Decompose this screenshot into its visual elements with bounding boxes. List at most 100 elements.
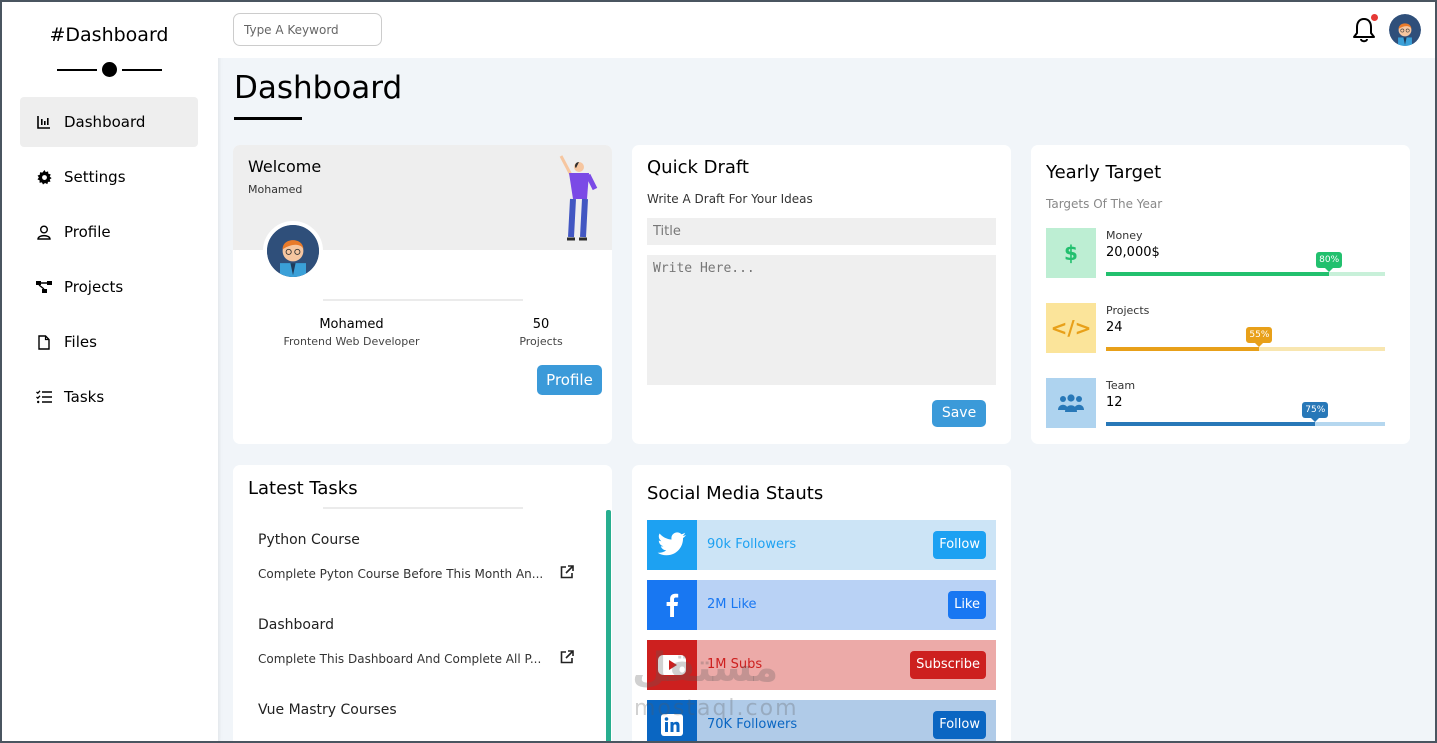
task-item[interactable]: Vue Mastry Courses	[258, 702, 588, 718]
sidebar-item-label: Settings	[64, 168, 126, 186]
progress-fill	[1106, 422, 1316, 426]
target-value: 20,000$	[1106, 245, 1160, 260]
brand-dot	[102, 62, 117, 77]
tasks-scrollbar[interactable]	[606, 510, 611, 743]
task-item[interactable]: Python Course Complete Pyton Course Befo…	[258, 532, 588, 581]
linkedin-icon	[647, 700, 697, 743]
profile-name: Mohamed	[319, 317, 384, 332]
list-check-icon	[36, 389, 52, 405]
projects-count: 50	[532, 317, 550, 332]
sidebar-item-label: Projects	[64, 278, 124, 296]
external-link-icon[interactable]	[560, 565, 574, 579]
yearly-target-card: Yearly Target Targets Of The Year $ Mone…	[1031, 145, 1410, 444]
target-value: 24	[1106, 320, 1123, 335]
progress-tag: 80%	[1316, 252, 1343, 272]
draft-subtitle: Write A Draft For Your Ideas	[647, 192, 813, 206]
brand-title: #Dashboard	[49, 24, 169, 46]
user-icon	[36, 224, 52, 240]
target-row-money: $ Money 20,000$ 80%	[1046, 228, 1386, 278]
notification-dot	[1370, 13, 1379, 22]
facebook-icon	[647, 580, 697, 630]
sidebar-item-tasks[interactable]: Tasks	[20, 372, 198, 422]
target-value: 12	[1106, 395, 1123, 410]
welcome-profile-info: Mohamed Frontend Web Developer	[273, 317, 430, 348]
progress-tag: 55%	[1246, 327, 1273, 347]
target-row-projects: </> Projects 24 55%	[1046, 303, 1386, 353]
social-title: Social Media Stauts	[647, 483, 824, 504]
sidebar-item-settings[interactable]: Settings	[20, 152, 198, 202]
sidebar-item-label: Profile	[64, 223, 111, 241]
dollar-icon: $	[1046, 228, 1096, 278]
profile-role: Frontend Web Developer	[283, 335, 420, 348]
youtube-subscribe-button[interactable]: Subscribe	[910, 651, 986, 679]
social-stat: 1M Subs	[707, 657, 763, 672]
welcome-title: Welcome	[248, 157, 322, 176]
linkedin-follow-button[interactable]: Follow	[933, 711, 986, 739]
gear-icon	[36, 169, 52, 185]
sidebar-nav: Dashboard Settings Profile Projects File…	[20, 97, 198, 427]
search-input[interactable]	[233, 13, 382, 46]
sidebar-item-projects[interactable]: Projects	[20, 262, 198, 312]
sidebar-item-label: Dashboard	[64, 113, 146, 131]
youtube-icon	[647, 640, 697, 690]
draft-title-field[interactable]	[647, 218, 996, 245]
task-title: Dashboard	[258, 617, 334, 633]
task-desc: Complete Pyton Course Before This Month …	[258, 567, 544, 581]
target-subtitle: Targets Of The Year	[1046, 197, 1163, 211]
social-media-card: Social Media Stauts 90k Followers Follow…	[632, 465, 1011, 743]
welcome-card: Welcome Mohamed Mohamed Frontend Web Dev…	[233, 145, 612, 444]
progress-track: 55%	[1106, 327, 1385, 351]
target-title: Yearly Target	[1046, 162, 1162, 183]
progress-track: 75%	[1106, 402, 1385, 426]
draft-body-field[interactable]	[647, 255, 996, 385]
tasks-title: Latest Tasks	[248, 478, 358, 499]
task-title: Vue Mastry Courses	[258, 702, 397, 718]
sidebar-item-label: Files	[64, 333, 97, 351]
users-icon	[1046, 378, 1096, 428]
external-link-icon[interactable]	[560, 650, 574, 664]
latest-tasks-card: Latest Tasks Python Course Complete Pyto…	[233, 465, 612, 743]
welcome-projects-stat: 50 Projects	[493, 317, 589, 348]
social-stat: 90k Followers	[707, 537, 797, 552]
task-title: Python Course	[258, 532, 360, 548]
progress-fill	[1106, 347, 1260, 351]
welcome-name: Mohamed	[248, 183, 303, 196]
diagram-icon	[36, 279, 52, 295]
twitter-follow-button[interactable]: Follow	[933, 531, 986, 559]
welcome-avatar	[263, 221, 323, 281]
sidebar-item-label: Tasks	[64, 388, 105, 406]
code-icon: </>	[1046, 303, 1096, 353]
avatar[interactable]	[1389, 14, 1421, 46]
target-label: Projects	[1106, 304, 1150, 317]
chart-icon	[36, 114, 52, 130]
brand-line-left	[57, 69, 97, 71]
progress-tag: 75%	[1302, 402, 1329, 422]
page-title: Dashboard	[234, 70, 403, 106]
task-item[interactable]: Dashboard Complete This Dashboard And Co…	[258, 617, 588, 666]
target-label: Team	[1106, 379, 1136, 392]
welcome-illustration	[559, 155, 598, 241]
facebook-like-button[interactable]: Like	[948, 591, 986, 619]
brand-line-right	[122, 69, 162, 71]
target-row-team: Team 12 75%	[1046, 378, 1386, 428]
social-stat: 2M Like	[707, 597, 757, 612]
file-icon	[36, 334, 52, 350]
quick-draft-card: Quick Draft Write A Draft For Your Ideas…	[632, 145, 1011, 444]
twitter-icon	[647, 520, 697, 570]
title-underline	[234, 117, 302, 120]
sidebar-item-files[interactable]: Files	[20, 317, 198, 367]
welcome-divider	[323, 299, 523, 301]
profile-button[interactable]: Profile	[537, 365, 602, 395]
social-row-linkedin: 70K Followers Follow	[647, 700, 996, 743]
draft-title: Quick Draft	[647, 157, 749, 178]
target-label: Money	[1106, 229, 1143, 242]
social-row-youtube: 1M Subs Subscribe	[647, 640, 996, 690]
sidebar-item-dashboard[interactable]: Dashboard	[20, 97, 198, 147]
progress-fill	[1106, 272, 1330, 276]
progress-track: 80%	[1106, 252, 1385, 276]
sidebar-item-profile[interactable]: Profile	[20, 207, 198, 257]
tasks-underline	[323, 507, 523, 509]
top-header	[218, 2, 1435, 58]
task-desc: Complete This Dashboard And Complete All…	[258, 652, 542, 666]
save-button[interactable]: Save	[932, 400, 986, 427]
